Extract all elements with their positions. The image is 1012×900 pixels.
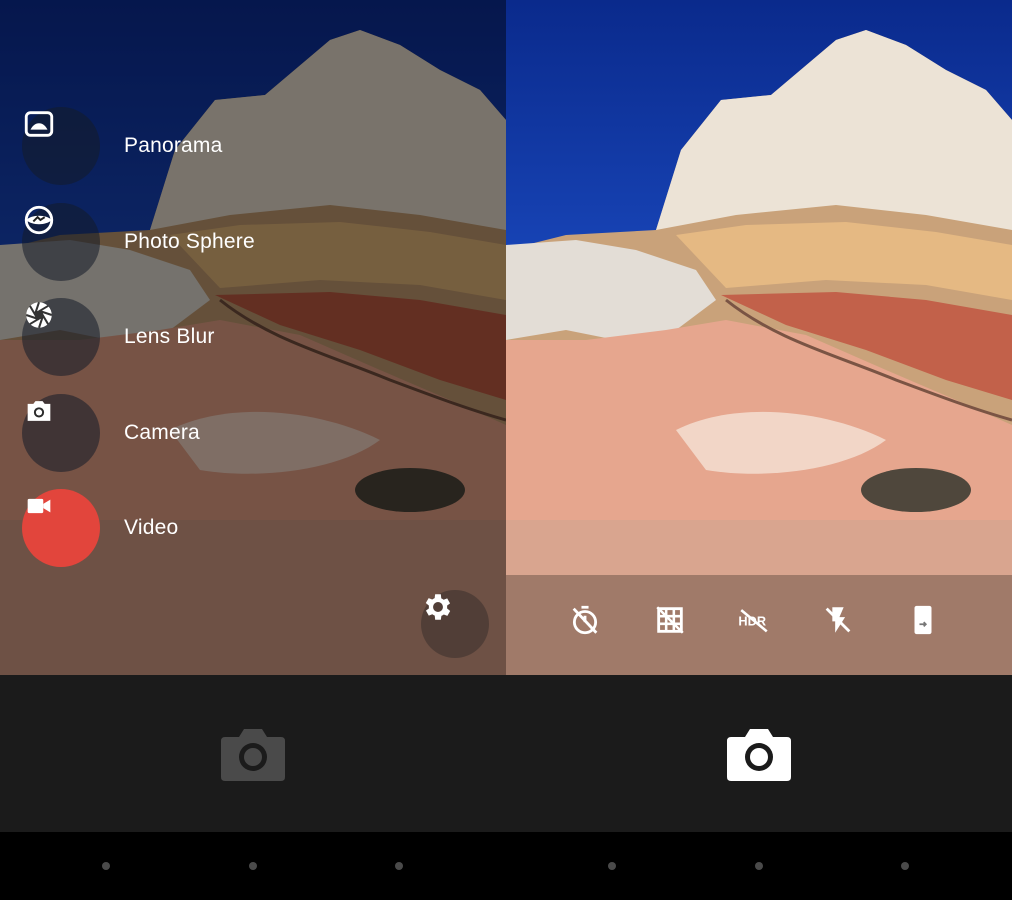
- mode-lens-blur[interactable]: Lens Blur: [22, 298, 382, 376]
- mode-lens-blur-circle: [22, 298, 100, 376]
- mode-panorama[interactable]: Panorama: [22, 107, 382, 185]
- mode-video-label: Video: [124, 516, 179, 539]
- settings-button[interactable]: [421, 590, 489, 658]
- flash-toggle[interactable]: [821, 603, 865, 647]
- hdr-off-icon: HDR: [738, 609, 768, 633]
- left-screen: Panorama Photo Sphere Lens Blur Camera V…: [0, 0, 506, 900]
- camera-shutter-icon: [221, 729, 285, 781]
- viewfinder-preview[interactable]: Panorama Photo Sphere Lens Blur Camera V…: [0, 0, 506, 675]
- lens-blur-icon: [25, 301, 53, 329]
- mode-video-circle: [22, 489, 100, 567]
- photo-sphere-icon: [24, 205, 54, 235]
- mode-photo-sphere[interactable]: Photo Sphere: [22, 203, 382, 281]
- gear-icon: [425, 594, 451, 620]
- back-button[interactable]: [102, 862, 110, 870]
- recents-button[interactable]: [901, 862, 909, 870]
- switch-camera-toggle[interactable]: [906, 603, 950, 647]
- home-button[interactable]: [755, 862, 763, 870]
- mode-photo-sphere-label: Photo Sphere: [124, 230, 255, 253]
- mode-camera[interactable]: Camera: [22, 394, 382, 472]
- panorama-icon: [24, 111, 54, 137]
- switch-camera-icon: [914, 605, 932, 635]
- shutter-bar: [506, 675, 1012, 832]
- mode-camera-circle: [22, 394, 100, 472]
- navigation-bar: [506, 832, 1012, 900]
- viewfinder-preview[interactable]: HDR: [506, 0, 1012, 675]
- recents-button[interactable]: [395, 862, 403, 870]
- options-bar: HDR: [506, 575, 1012, 675]
- timer-toggle[interactable]: [568, 603, 612, 647]
- home-button[interactable]: [249, 862, 257, 870]
- flash-off-icon: [825, 607, 851, 633]
- shutter-bar: [0, 675, 506, 832]
- grid-off-icon: [656, 606, 684, 634]
- video-icon: [27, 498, 51, 514]
- landscape-scene: [506, 30, 1012, 675]
- shutter-button[interactable]: [725, 725, 793, 783]
- camera-icon: [27, 401, 51, 421]
- navigation-bar: [0, 832, 506, 900]
- timer-off-icon: [572, 605, 598, 635]
- right-screen: HDR: [506, 0, 1012, 900]
- mode-camera-label: Camera: [124, 421, 200, 444]
- mode-panorama-label: Panorama: [124, 134, 223, 157]
- mode-lens-blur-label: Lens Blur: [124, 325, 215, 348]
- mode-video[interactable]: Video: [22, 489, 382, 567]
- mode-panorama-circle: [22, 107, 100, 185]
- hdr-toggle[interactable]: HDR: [737, 603, 781, 647]
- back-button[interactable]: [608, 862, 616, 870]
- mode-photo-sphere-circle: [22, 203, 100, 281]
- shutter-button-disabled[interactable]: [219, 725, 287, 783]
- grid-toggle[interactable]: [653, 603, 697, 647]
- camera-shutter-icon: [727, 729, 791, 781]
